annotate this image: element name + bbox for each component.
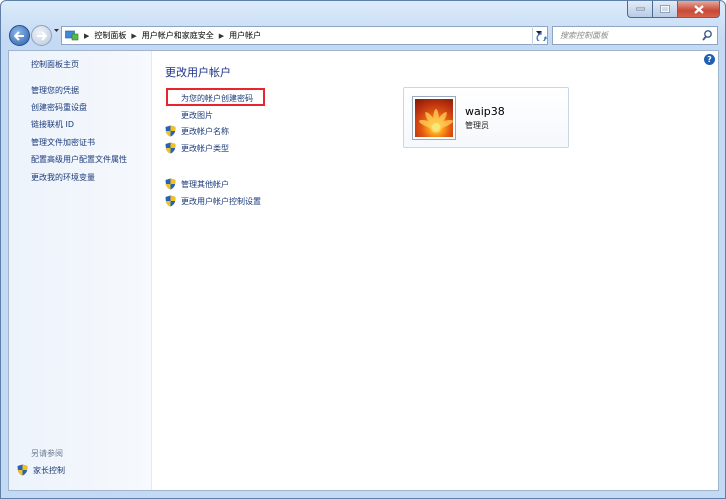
breadcrumb-control-panel[interactable]: 控制面板	[94, 30, 126, 41]
uac-shield-icon	[165, 178, 176, 190]
forward-button[interactable]	[31, 25, 52, 46]
search-placeholder: 搜索控制面板	[560, 31, 608, 40]
address-bar[interactable]: ▶ 控制面板 ▶ 用户帐户和家庭安全 ▶ 用户帐户	[61, 26, 548, 45]
change-account-type-link[interactable]: 更改帐户类型	[165, 142, 229, 154]
highlight-box	[166, 88, 265, 106]
minimize-icon	[635, 7, 645, 11]
page-title: 更改用户帐户	[165, 66, 231, 79]
back-button[interactable]	[9, 25, 30, 46]
control-panel-home-link[interactable]: 控制面板主页	[31, 59, 79, 70]
main-content: ? 更改用户帐户 为您的帐户创建密码 更改图片 更改帐户名称 更改帐户类型 管理…	[151, 51, 718, 490]
minimize-button[interactable]	[627, 1, 652, 18]
uac-shield-icon	[165, 125, 176, 137]
user-name: waip38	[465, 105, 505, 118]
close-button[interactable]	[677, 1, 720, 18]
avatar[interactable]	[412, 96, 456, 140]
change-environment-variables-link[interactable]: 更改我的环境变量	[31, 172, 95, 183]
title-bar	[1, 1, 725, 23]
flower-picture-icon	[415, 99, 453, 137]
uac-settings-link[interactable]: 更改用户帐户控制设置	[165, 195, 261, 207]
back-arrow-icon	[14, 30, 24, 41]
control-panel-window: ▶ 控制面板 ▶ 用户帐户和家庭安全 ▶ 用户帐户 搜索控制面板 控制面板主页 …	[0, 0, 726, 499]
breadcrumb-user-accounts-family[interactable]: 用户帐户和家庭安全	[142, 30, 214, 41]
user-role: 管理员	[465, 121, 489, 130]
change-picture-link[interactable]: 更改图片	[181, 110, 213, 121]
uac-settings-label: 更改用户帐户控制设置	[181, 196, 261, 206]
change-account-type-label: 更改帐户类型	[181, 143, 229, 153]
uac-shield-icon	[165, 195, 176, 207]
search-input[interactable]: 搜索控制面板	[552, 26, 718, 45]
manage-encryption-certificates-link[interactable]: 管理文件加密证书	[31, 137, 95, 148]
chevron-right-icon[interactable]: ▶	[131, 32, 136, 40]
link-online-id-link[interactable]: 链接联机 ID	[31, 119, 74, 130]
parental-controls-label: 家长控制	[33, 465, 65, 475]
recent-pages-dropdown-icon[interactable]	[54, 29, 59, 33]
manage-other-accounts-label: 管理其他帐户	[181, 179, 229, 189]
client-area: 控制面板主页 管理您的凭据 创建密码重设盘 链接联机 ID 管理文件加密证书 配…	[8, 50, 719, 491]
navigation-bar: ▶ 控制面板 ▶ 用户帐户和家庭安全 ▶ 用户帐户 搜索控制面板	[1, 23, 725, 49]
help-icon[interactable]: ?	[704, 54, 715, 65]
manage-other-accounts-link[interactable]: 管理其他帐户	[165, 178, 229, 190]
uac-shield-icon	[165, 142, 176, 154]
change-account-name-label: 更改帐户名称	[181, 126, 229, 136]
search-icon[interactable]	[702, 30, 712, 41]
breadcrumb-user-accounts[interactable]: 用户帐户	[229, 30, 261, 41]
chevron-right-icon[interactable]: ▶	[219, 32, 224, 40]
caption-buttons	[627, 1, 720, 18]
maximize-icon	[660, 5, 670, 13]
uac-shield-icon	[17, 464, 28, 476]
control-panel-icon	[65, 30, 79, 41]
change-account-name-link[interactable]: 更改帐户名称	[165, 125, 229, 137]
close-icon	[693, 4, 704, 14]
task-pane: 控制面板主页 管理您的凭据 创建密码重设盘 链接联机 ID 管理文件加密证书 配…	[9, 51, 152, 490]
maximize-button[interactable]	[652, 1, 677, 18]
advanced-profile-properties-link[interactable]: 配置高级用户配置文件属性	[31, 154, 127, 165]
user-account-tile: waip38 管理员	[403, 87, 569, 148]
refresh-icon	[536, 31, 547, 41]
forward-arrow-icon	[37, 30, 47, 41]
create-password-reset-disk-link[interactable]: 创建密码重设盘	[31, 102, 87, 113]
see-also-heading: 另请参阅	[31, 449, 63, 458]
manage-credentials-link[interactable]: 管理您的凭据	[31, 85, 79, 96]
refresh-button[interactable]	[532, 26, 549, 45]
chevron-right-icon[interactable]: ▶	[84, 32, 89, 40]
parental-controls-link[interactable]: 家长控制	[17, 464, 65, 476]
